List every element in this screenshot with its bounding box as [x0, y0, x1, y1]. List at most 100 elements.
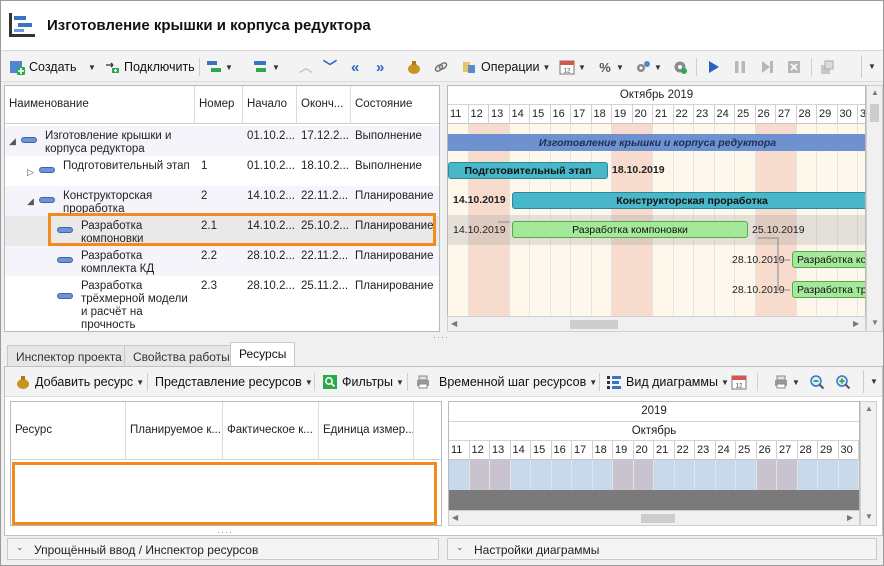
- column-header-name[interactable]: Наименование: [5, 86, 195, 124]
- create-button[interactable]: Создать: [9, 56, 77, 78]
- tab-strip: Инспектор проекта Свойства работы Ресурс…: [4, 342, 883, 367]
- collapse-arrow-icon[interactable]: ◢: [9, 136, 16, 147]
- connect-icon: [106, 62, 119, 73]
- table-row[interactable]: Разработка комплекта КД 2.2 28.10.2... 2…: [5, 246, 439, 276]
- resource-horizontal-scrollbar[interactable]: ◀ ▶: [448, 510, 860, 526]
- tab-project-inspector[interactable]: Инспектор проекта: [7, 345, 131, 366]
- collapse-arrow-icon[interactable]: ◢: [27, 196, 34, 207]
- toolbar-separator: [696, 58, 697, 76]
- column-header-number[interactable]: Номер: [195, 86, 243, 124]
- toolbar-overflow-button[interactable]: ▼: [861, 55, 879, 78]
- settings-button[interactable]: ▼: [635, 56, 662, 78]
- scrollbar-thumb[interactable]: [641, 514, 675, 523]
- gantt-day-column: [715, 460, 736, 490]
- move-left-button[interactable]: «: [351, 56, 359, 78]
- splitter-grip[interactable]: ····: [433, 332, 449, 342]
- splitter-grip[interactable]: ····: [217, 527, 233, 537]
- add-resource-button[interactable]: Добавить ресурс ▼: [15, 371, 144, 393]
- column-header-start[interactable]: Начало: [243, 86, 297, 124]
- column-header-actual[interactable]: Фактическое к...: [223, 402, 319, 460]
- move-down-button[interactable]: ﹀: [323, 56, 337, 78]
- task-end: 22.11.2...: [301, 190, 349, 202]
- column-header-status[interactable]: Состояние: [351, 86, 439, 124]
- filter-icon: [323, 375, 337, 389]
- task-status: Выполнение: [355, 130, 422, 142]
- outdent-button[interactable]: ▼: [253, 56, 280, 78]
- task-number: 2.3: [201, 280, 217, 292]
- main-toolbar: Создать ▼ Подключить ▼ ▼ ︿ ﹀ « » Операци…: [1, 52, 883, 82]
- gantt-horizontal-scrollbar[interactable]: ◀ ▶: [447, 316, 866, 332]
- scroll-down-icon[interactable]: ▼: [865, 512, 873, 521]
- gantt-day-column: [654, 460, 675, 490]
- column-header-resource[interactable]: Ресурс: [11, 402, 126, 460]
- scrollbar-thumb[interactable]: [870, 104, 879, 122]
- dependency-links: [498, 221, 790, 291]
- tab-resources[interactable]: Ресурсы: [230, 342, 296, 367]
- gears-icon: [637, 61, 650, 72]
- task-name: Разработка комплекта КД: [81, 250, 155, 275]
- scroll-up-icon[interactable]: ▲: [865, 404, 873, 413]
- column-header-planned[interactable]: Планируемое к...: [126, 402, 223, 460]
- skip-button[interactable]: [759, 56, 775, 78]
- scroll-down-icon[interactable]: ▼: [871, 318, 879, 327]
- zoom-in-button[interactable]: [835, 371, 851, 393]
- play-button[interactable]: [705, 56, 721, 78]
- resource-view-button[interactable]: Представление ресурсов ▼: [155, 371, 313, 393]
- gantt-day-label: 19: [612, 105, 633, 124]
- indent-button[interactable]: ▼: [206, 56, 233, 78]
- table-row[interactable]: ▷ Подготовительный этап 1 01.10.2... 18.…: [5, 156, 439, 186]
- resource-bag-button[interactable]: [406, 56, 422, 78]
- toolbar-separator: [314, 373, 315, 391]
- column-header-end[interactable]: Оконч...: [297, 86, 351, 124]
- scroll-up-icon[interactable]: ▲: [871, 88, 879, 97]
- task-icon: [57, 293, 73, 299]
- scroll-left-icon[interactable]: ◀: [451, 319, 457, 328]
- diagram-settings-toggle[interactable]: ⌄ Настройки диаграммы: [447, 538, 877, 560]
- table-row[interactable]: Разработка трёхмерной модели и расчёт на…: [5, 276, 439, 331]
- gantt-month-header: Октябрь 2019: [448, 86, 865, 105]
- gantt-vertical-scrollbar[interactable]: ▲ ▼: [866, 85, 883, 332]
- resource-vertical-scrollbar[interactable]: ▲ ▼: [860, 401, 877, 526]
- simple-input-panel-toggle[interactable]: ⌄ Упрощённый ввод / Инспектор ресурсов: [7, 538, 439, 560]
- calendar-button[interactable]: 12 ▼: [559, 56, 586, 78]
- chevron-down-icon: ▼: [616, 62, 624, 72]
- scroll-right-icon[interactable]: ▶: [847, 513, 853, 522]
- move-right-button[interactable]: »: [376, 56, 384, 78]
- money-bag-icon: [17, 376, 29, 389]
- resource-grid-header: Ресурс Планируемое к... Фактическое к...…: [11, 402, 441, 460]
- gantt-weekend-column: [469, 460, 490, 490]
- gantt-day-label: 27: [777, 441, 798, 460]
- connect-button[interactable]: Подключить: [104, 56, 195, 78]
- toolbar-overflow-button[interactable]: ▼: [863, 370, 881, 393]
- create-dropdown[interactable]: ▼: [85, 56, 96, 78]
- operations-button[interactable]: Операции ▼: [461, 56, 550, 78]
- link-button[interactable]: [433, 56, 449, 78]
- print-button[interactable]: ▼: [773, 371, 800, 393]
- column-header-unit[interactable]: Единица измер...: [319, 402, 414, 460]
- diagram-view-label: Вид диаграммы: [626, 375, 718, 389]
- time-step-button[interactable]: Временной шаг ресурсов ▼: [415, 371, 597, 393]
- report-button[interactable]: [819, 56, 835, 78]
- scroll-left-icon[interactable]: ◀: [452, 513, 458, 522]
- percent-button[interactable]: % ▼: [597, 56, 624, 78]
- move-up-button[interactable]: ︿: [299, 56, 313, 78]
- zoom-out-button[interactable]: [809, 371, 825, 393]
- svg-text:12: 12: [736, 384, 743, 390]
- expand-arrow-icon[interactable]: ▷: [27, 167, 34, 178]
- scroll-right-icon[interactable]: ▶: [853, 319, 859, 328]
- gear-button[interactable]: [672, 56, 688, 78]
- resource-gantt-month: Октябрь: [449, 422, 859, 441]
- gantt-day-label: 20: [634, 441, 654, 460]
- filters-button[interactable]: Фильтры ▼: [322, 371, 404, 393]
- table-row[interactable]: ◢ Изготовление крышки и корпуса редуктор…: [5, 126, 439, 156]
- table-row[interactable]: ◢ Конструкторская проработка 2 14.10.2..…: [5, 186, 439, 216]
- diagram-view-button[interactable]: Вид диаграммы ▼: [606, 371, 729, 393]
- scrollbar-thumb[interactable]: [570, 320, 618, 329]
- stop-button[interactable]: [786, 56, 802, 78]
- link-icon: [434, 62, 448, 72]
- pause-button[interactable]: [732, 56, 748, 78]
- resource-gantt: 2019 Октябрь 11 12 13 14 15 16 17 18 19 20 21 22 23 2…: [448, 401, 860, 512]
- calendar-button[interactable]: 12: [731, 371, 747, 393]
- gantt-day-label: 16: [552, 441, 572, 460]
- tab-task-properties[interactable]: Свойства работы: [124, 345, 239, 366]
